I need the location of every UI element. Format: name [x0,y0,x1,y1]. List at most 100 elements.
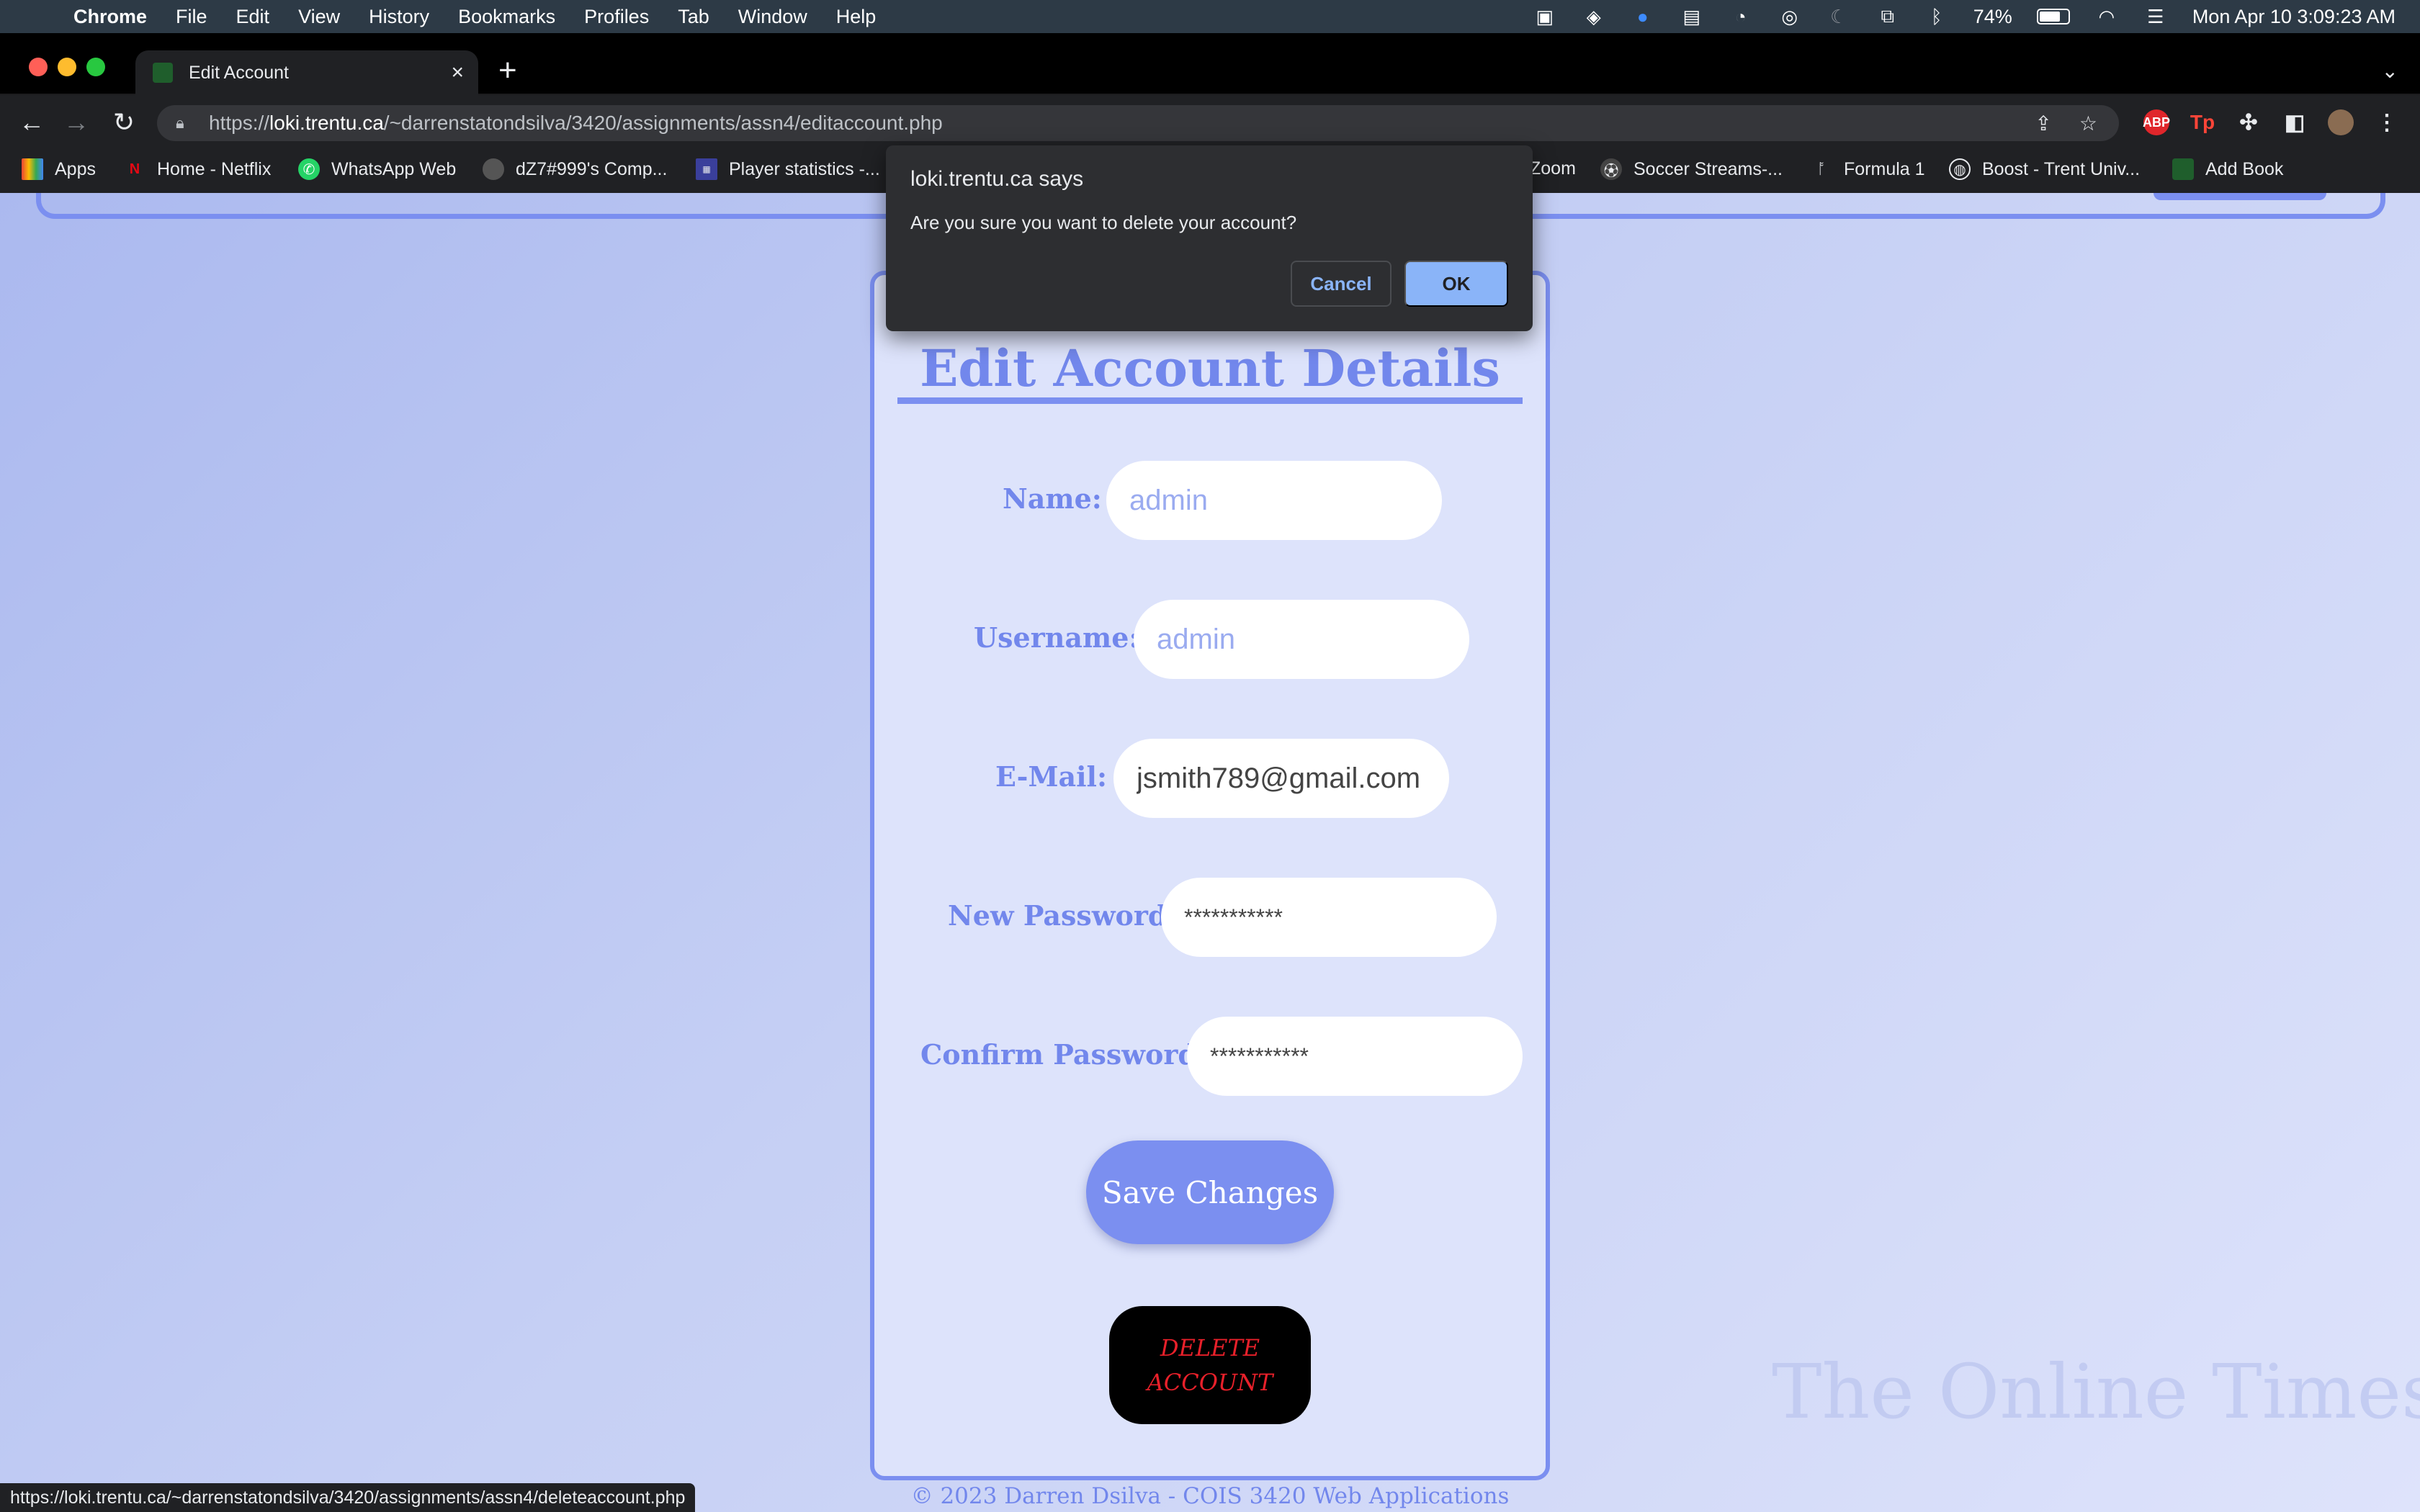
tab-close-icon[interactable]: × [451,60,464,85]
delete-label-line2: ACCOUNT [1147,1369,1273,1396]
bookmark-zoom[interactable]: Zoom [1530,158,1576,179]
battery-icon[interactable] [2036,9,2070,24]
lock-icon[interactable]: 🔒︎ [176,114,196,132]
new-password-input[interactable] [1161,878,1497,957]
bookmark-dz7[interactable]: dZ7#999's Comp... [483,158,667,180]
menu-file[interactable]: File [176,6,207,28]
menu-profiles[interactable]: Profiles [584,6,649,28]
bookmark-label: dZ7#999's Comp... [516,158,668,179]
formula-1-icon: ᚩ [1817,161,1826,177]
confirm-password-input[interactable] [1187,1017,1523,1096]
tp-extension-icon[interactable]: Tp [2190,109,2215,135]
save-changes-button[interactable]: Save Changes [1086,1140,1334,1244]
edit-account-card [870,271,1550,1480]
dialog-title: loki.trentu.ca says [910,167,1084,191]
bookmark-netflix[interactable]: N Home - Netflix [124,158,272,180]
username-input[interactable] [1134,600,1469,679]
screen-share-icon[interactable]: ▣ [1533,6,1557,27]
chat-icon[interactable]: ▤ [1680,6,1704,27]
tab-edit-account[interactable]: Edit Account × [135,50,478,95]
macos-menu-bar: Chrome File Edit View History Bookmarks … [0,0,2420,33]
bookmark-star-icon[interactable]: ☆ [2079,112,2097,135]
window-close-button[interactable] [29,58,48,76]
battery-percent: 74% [1973,5,2012,27]
bookmark-label: Add Book [2205,158,2284,179]
bookmark-label: Apps [55,158,96,179]
site-favicon-icon [153,63,173,83]
name-input[interactable] [1106,461,1442,540]
delete-label-line1: DELETE [1160,1334,1260,1362]
side-panel-icon[interactable]: ◧ [2282,109,2308,135]
chrome-menu-icon[interactable]: ⋮ [2374,109,2400,135]
window-icon[interactable]: ⧉ [1876,5,1900,27]
bookmark-formula-1[interactable]: ᚩ Formula 1 [1811,158,1925,180]
header-nav-button-edge[interactable] [2154,193,2326,200]
control-center-icon[interactable]: ☰ [2143,6,2168,27]
microphone-icon[interactable]: ● [1631,6,1655,27]
menu-app-name[interactable]: Chrome [73,6,147,28]
email-input[interactable] [1113,739,1449,818]
bookmark-label: Home - Netflix [157,158,272,179]
address-bar[interactable]: 🔒︎ https://loki.trentu.ca/~darrenstatond… [157,105,2119,141]
dialog-message: Are you sure you want to delete your acc… [910,212,1297,233]
window-zoom-button[interactable] [86,58,105,76]
menu-tab[interactable]: Tab [678,6,709,28]
confirm-password-label: Confirm Password: [920,1038,1207,1071]
bookmark-boost-trent[interactable]: ◍ Boost - Trent Univ... [1949,158,2140,180]
dialog-ok-button[interactable]: OK [1404,261,1508,307]
bluetooth-icon[interactable]: ᛒ [1924,6,1949,27]
site-icon [483,158,504,180]
profile-avatar[interactable] [2328,109,2354,135]
url-host: loki.trentu.ca [269,112,384,134]
dialog-cancel-button[interactable]: Cancel [1291,261,1392,307]
bookmark-label: Boost - Trent Univ... [1982,158,2141,179]
extensions-puzzle-icon[interactable]: ✣ [2236,109,2262,135]
title-divider [897,397,1523,404]
delete-account-label: DELETE ACCOUNT [1147,1331,1273,1400]
menu-view[interactable]: View [298,6,340,28]
moon-icon[interactable]: ☾ [1827,6,1851,27]
site-favicon-icon [2172,158,2194,180]
menu-history[interactable]: History [369,6,429,28]
new-tab-button[interactable]: + [498,55,517,86]
new-password-label: New Password: [948,899,1178,932]
menu-datetime[interactable]: Mon Apr 10 3:09:23 AM [2192,6,2396,28]
bookmark-apps[interactable]: Apps [22,158,96,180]
link-status-bubble: https://loki.trentu.ca/~darrenstatondsil… [0,1483,696,1512]
soccer-ball-icon: ⚽︎ [1600,158,1622,180]
bookmark-label: Player statistics -... [729,158,880,179]
confirm-dialog: loki.trentu.ca says Are you sure you wan… [886,145,1533,331]
layers-icon[interactable]: ◈ [1582,6,1606,27]
wifi-icon[interactable]: ◠ [2094,6,2119,27]
back-button[interactable]: ← [14,105,49,140]
window-minimize-button[interactable] [58,58,76,76]
bookmark-soccer-streams[interactable]: ⚽︎ Soccer Streams-... [1600,158,1783,180]
tab-search-chevron-icon[interactable]: ⌄ [2382,59,2398,83]
stats-icon: ▦ [696,158,717,180]
airdrop-icon[interactable]: ◎ [1778,6,1802,27]
menu-edit[interactable]: Edit [236,6,270,28]
username-label: Username: [974,621,1139,654]
page-viewport: Edit Account Details Name: Username: E-M… [0,193,2420,1512]
bookmark-whatsapp[interactable]: ✆ WhatsApp Web [298,158,456,180]
globe-icon: ◍ [1949,158,1971,180]
bookmark-label: WhatsApp Web [331,158,457,179]
bookmark-add-book[interactable]: Add Book [2172,158,2283,180]
bookmark-player-statistics[interactable]: ▦ Player statistics -... [696,158,880,180]
forward-button[interactable]: → [59,105,94,140]
url-path: /~darrenstatondsilva/3420/assignments/as… [383,112,943,134]
menu-window[interactable]: Window [738,6,807,28]
site-watermark: The Online Times [1772,1348,2420,1436]
clock-icon[interactable]: ◔ [1729,6,1753,27]
reload-button[interactable]: ↻ [107,105,141,140]
menu-help[interactable]: Help [836,6,877,28]
delete-account-button[interactable]: DELETE ACCOUNT [1109,1306,1311,1424]
bookmark-label: Formula 1 [1844,158,1925,179]
netflix-icon: N [129,161,140,177]
menu-bookmarks[interactable]: Bookmarks [458,6,555,28]
share-icon[interactable]: ⇪ [2035,112,2051,135]
apps-grid-icon [22,158,43,180]
url-scheme: https:// [209,112,270,134]
status-menu-area: ▣ ◈ ● ▤ ◔ ◎ ☾ ⧉ ᛒ 74% ◠ ☰ Mon Apr 10 3:0… [1533,0,2396,33]
adblock-extension-icon[interactable]: ABP [2143,109,2170,135]
